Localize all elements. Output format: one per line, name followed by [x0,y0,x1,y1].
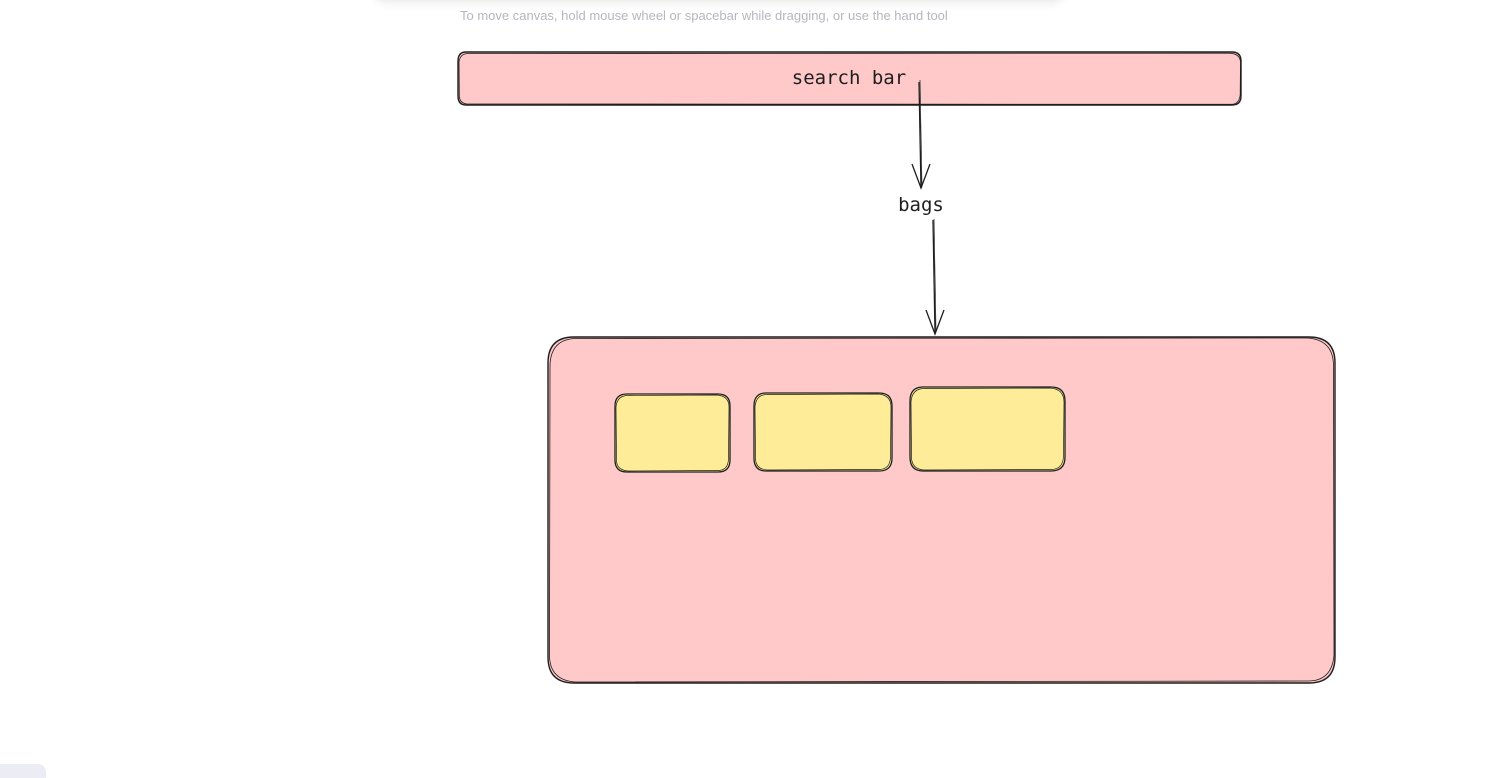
item-card-3[interactable] [909,386,1066,472]
excalidraw-app: To move canvas, hold mouse wheel or spac… [0,0,1512,778]
search-bar-label: search bar [792,67,906,89]
drawing-canvas[interactable]: search bar bags [0,0,1512,778]
arrow-label-bags: bags [898,194,944,216]
bottom-left-controls[interactable] [0,764,46,778]
item-card-1[interactable] [614,393,731,473]
arrow-bags-to-box[interactable] [925,218,945,336]
item-card-2[interactable] [753,392,893,472]
